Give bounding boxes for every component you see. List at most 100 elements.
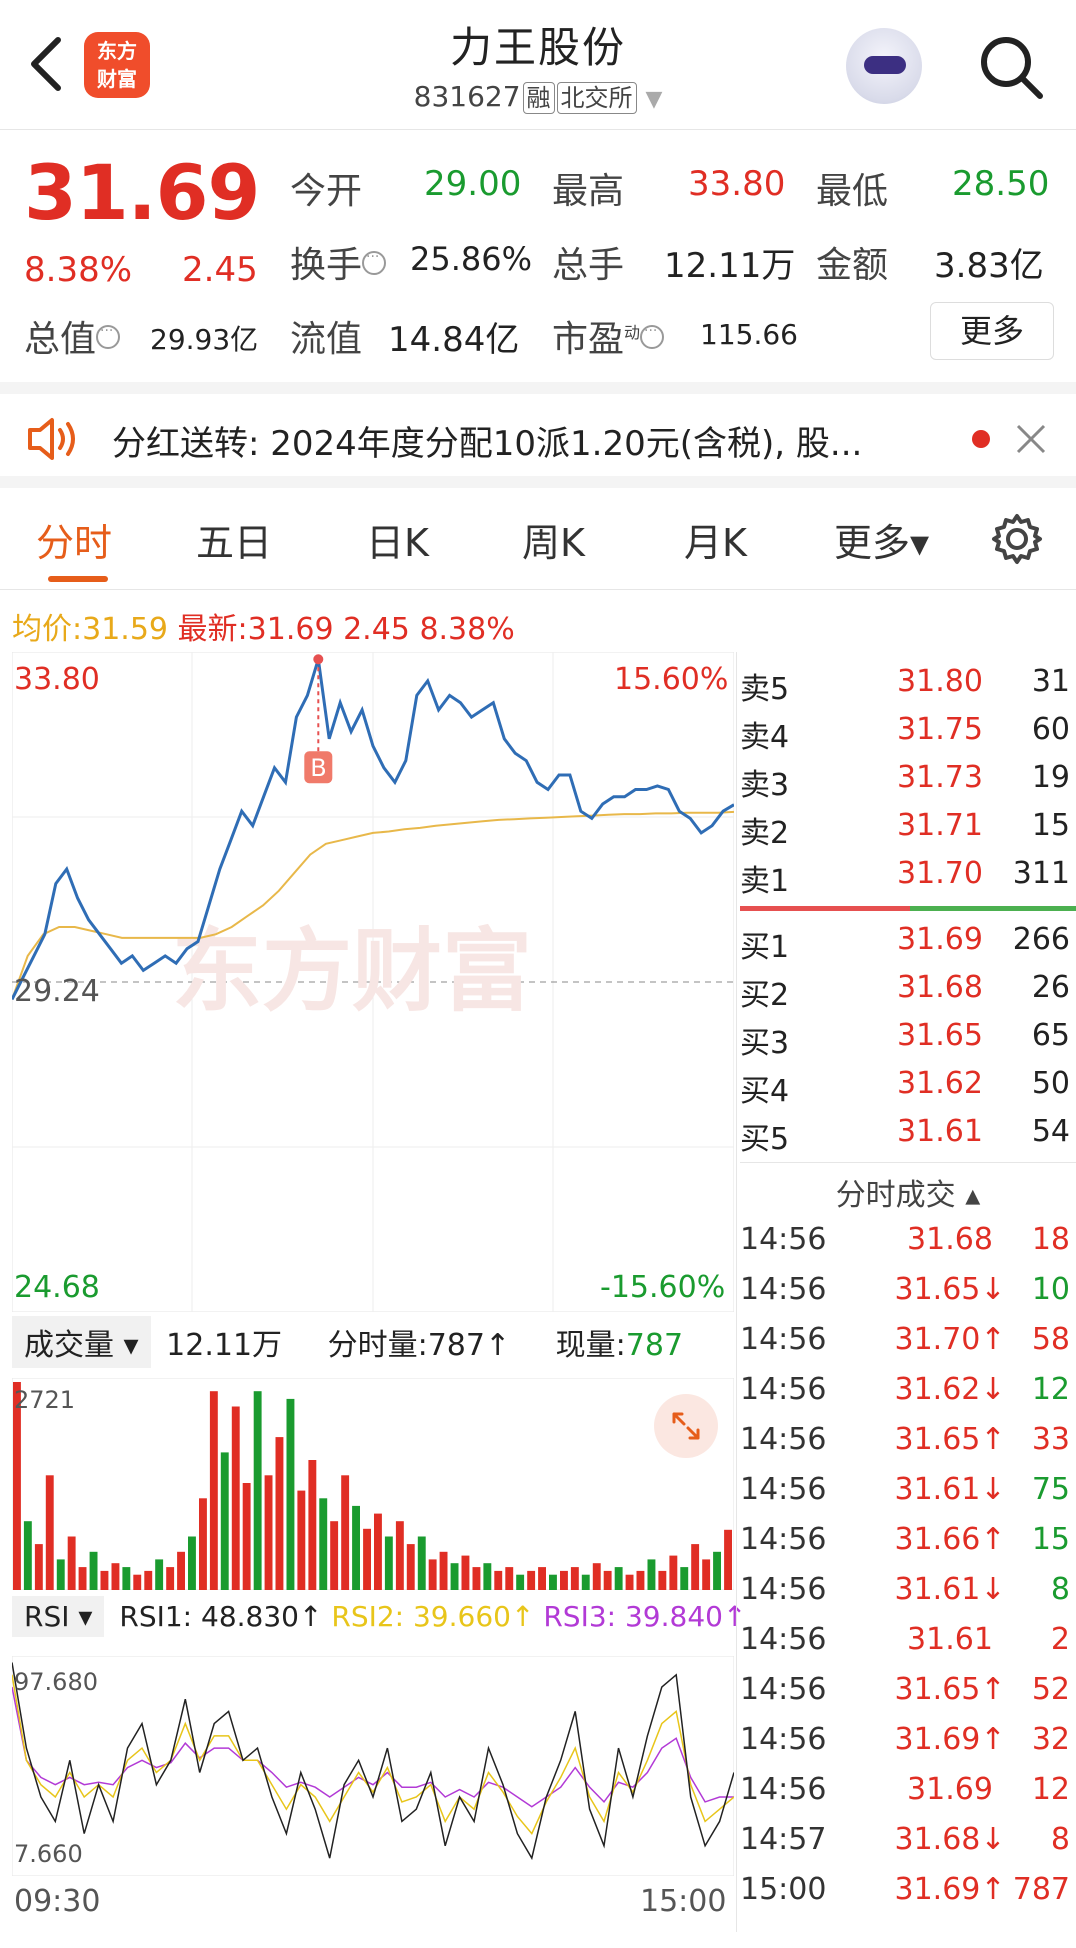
settings-gear-icon[interactable]	[990, 512, 1044, 566]
ask-row[interactable]: 卖3 31.73 19	[740, 760, 1070, 808]
trade-row[interactable]: 14:57 31.68↓ 8	[740, 1822, 1070, 1872]
info-icon[interactable]	[362, 245, 387, 275]
tab-weekly-k[interactable]: 周K	[522, 512, 585, 567]
ask-volume: 311	[1012, 856, 1070, 891]
trade-time: 14:56	[740, 1222, 827, 1257]
bid-row[interactable]: 买5 31.61 54	[740, 1114, 1070, 1162]
pe-label[interactable]: 市盈动	[552, 310, 665, 362]
y-axis-top-pct: 15.60%	[614, 662, 729, 697]
trade-volume: 18	[1031, 1222, 1070, 1257]
trade-row[interactable]: 14:56 31.61↓ 75	[740, 1472, 1070, 1522]
volume-bar	[231, 1406, 240, 1590]
more-quote-button[interactable]: 更多	[930, 302, 1054, 360]
tab-daily-k[interactable]: 日K	[366, 512, 429, 567]
volume-bar	[319, 1498, 328, 1590]
rsi-chart[interactable]	[12, 1656, 734, 1876]
notice-text[interactable]: 分红送转: 2024年度分配10派1.20元(含税), 股...	[112, 416, 932, 465]
trade-price: 31.69↑	[894, 1722, 1006, 1757]
ask-label: 卖3	[740, 768, 790, 803]
trade-row[interactable]: 15:00 31.69↑ 787	[740, 1872, 1070, 1922]
open-value: 29.00	[424, 164, 522, 204]
rsi-indicator-dropdown[interactable]: RSI ▾	[12, 1596, 105, 1637]
ask-row[interactable]: 卖4 31.75 60	[740, 712, 1070, 760]
ask-row[interactable]: 卖5 31.80 31	[740, 664, 1070, 712]
bid-row[interactable]: 买2 31.68 26	[740, 970, 1070, 1018]
high-value: 33.80	[688, 164, 786, 204]
ask-price: 31.71	[897, 808, 983, 843]
trade-price: 31.66↑	[894, 1522, 1006, 1557]
trade-row[interactable]: 14:56 31.65↑ 33	[740, 1422, 1070, 1472]
trade-time: 15:00	[740, 1872, 827, 1907]
expand-icon[interactable]	[654, 1394, 718, 1458]
bid-row[interactable]: 买4 31.62 50	[740, 1066, 1070, 1114]
pe-value: 115.66	[700, 318, 798, 351]
period-volume-label: 分时量:	[327, 1328, 428, 1363]
ask-row[interactable]: 卖1 31.70 311	[740, 856, 1070, 904]
bid-row[interactable]: 买3 31.65 65	[740, 1018, 1070, 1066]
trade-row[interactable]: 14:56 31.68 18	[740, 1222, 1070, 1272]
dropdown-caret-icon[interactable]: ▼	[645, 87, 662, 112]
trade-time: 14:56	[740, 1622, 827, 1657]
tab-five-day[interactable]: 五日	[196, 512, 272, 567]
ask-row[interactable]: 卖2 31.71 15	[740, 808, 1070, 856]
volume-bar	[527, 1570, 536, 1590]
mktcap-value: 29.93亿	[150, 323, 259, 356]
trade-price: 31.68	[907, 1222, 993, 1257]
bid-label: 买4	[740, 1074, 790, 1109]
bid-volume: 50	[1031, 1066, 1070, 1101]
trade-row[interactable]: 14:56 31.69↑ 32	[740, 1722, 1070, 1772]
ask-label: 卖4	[740, 720, 790, 755]
bid-volume: 26	[1031, 970, 1070, 1005]
trade-volume: 32	[1031, 1722, 1070, 1757]
trade-volume: 10	[1031, 1272, 1070, 1307]
avg-price-label: 均价:	[12, 612, 83, 647]
current-price: 31.69	[24, 148, 260, 237]
trade-row[interactable]: 14:56 31.66↑ 15	[740, 1522, 1070, 1572]
trade-row[interactable]: 14:56 31.69 12	[740, 1772, 1070, 1822]
intraday-price-chart[interactable]: 东方财富 B	[12, 652, 734, 1312]
volume-indicator-dropdown[interactable]: 成交量 ▾	[12, 1316, 151, 1368]
volume-chart[interactable]	[12, 1378, 734, 1590]
tab-intraday[interactable]: 分时	[36, 512, 112, 567]
low-label: 最低	[816, 171, 889, 212]
turnover-label[interactable]: 换手	[290, 236, 387, 288]
volume-bar	[242, 1483, 251, 1590]
ask-price: 31.80	[897, 664, 983, 699]
rsi1-value: RSI1: 48.830	[119, 1600, 299, 1633]
up-arrow-icon: ↑	[484, 1328, 511, 1363]
volume-bar	[220, 1452, 229, 1590]
trade-row[interactable]: 14:56 31.70↑ 58	[740, 1322, 1070, 1372]
volume-bar	[133, 1574, 142, 1590]
volume-bar	[538, 1567, 546, 1590]
latest-price-label: 最新:	[177, 612, 248, 647]
trade-row[interactable]: 14:56 31.65↑ 52	[740, 1672, 1070, 1722]
info-icon[interactable]	[96, 319, 121, 349]
mktcap-label[interactable]: 总值	[24, 310, 121, 362]
volume-bar	[702, 1559, 711, 1590]
margin-tag: 融	[522, 82, 555, 114]
buy-marker[interactable]: B	[304, 654, 333, 784]
trade-row[interactable]: 14:56 31.62↓ 12	[740, 1372, 1070, 1422]
robot-assistant-icon[interactable]	[846, 28, 922, 104]
bid-row[interactable]: 买1 31.69 266	[740, 922, 1070, 970]
info-icon[interactable]	[640, 319, 665, 349]
close-icon[interactable]	[1014, 422, 1048, 456]
volume-bar	[308, 1460, 317, 1590]
trades-header[interactable]: 分时成交 ▴	[740, 1170, 1076, 1214]
notice-bar[interactable]: 分红送转: 2024年度分配10派1.20元(含税), 股...	[0, 382, 1076, 488]
rsi2-line	[12, 1674, 734, 1835]
trade-row[interactable]: 14:56 31.61 2	[740, 1622, 1070, 1672]
trade-row[interactable]: 14:56 31.61↓ 8	[740, 1572, 1070, 1622]
trade-row[interactable]: 14:56 31.65↓ 10	[740, 1272, 1070, 1322]
volume-max-label: 2721	[14, 1386, 76, 1414]
search-icon[interactable]	[976, 32, 1046, 102]
marker-badge-label: B	[310, 754, 326, 782]
volume-bar	[122, 1567, 131, 1590]
amount-value: 3.83亿	[934, 246, 1044, 286]
volume-bar	[209, 1391, 218, 1590]
tab-monthly-k[interactable]: 月K	[684, 512, 747, 567]
volume-bar	[625, 1574, 634, 1590]
tab-more[interactable]: 更多▾	[834, 512, 929, 567]
bid-label: 买1	[740, 930, 790, 965]
trade-price: 31.69	[907, 1772, 993, 1807]
